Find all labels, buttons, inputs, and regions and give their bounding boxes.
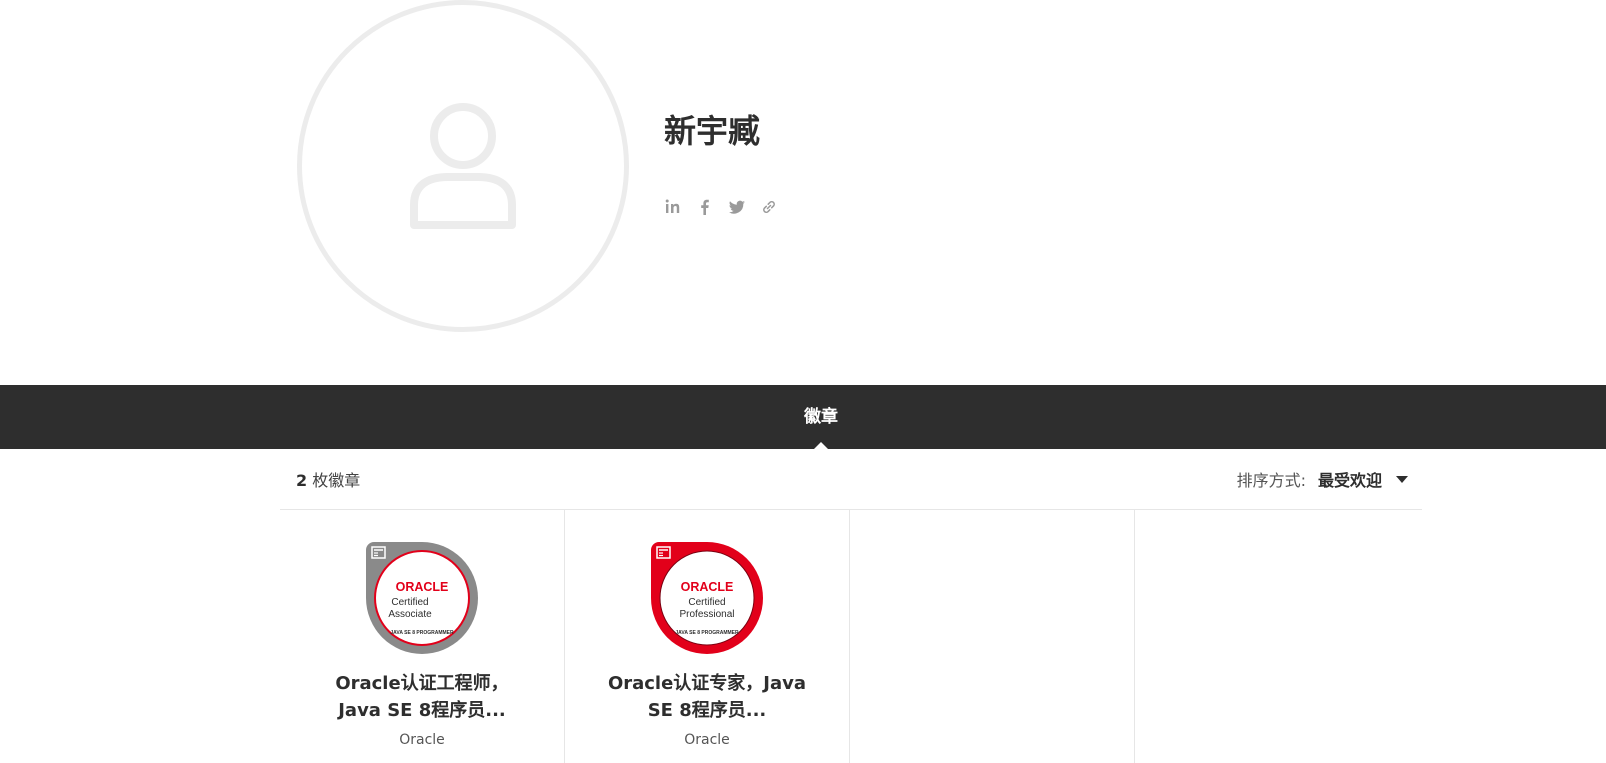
facebook-icon[interactable] [696,198,714,216]
badge-brand: ORACLE [681,580,734,594]
badge-count: 2 枚徽章 [280,467,360,491]
tab-label: 徽章 [804,407,838,427]
tab-badges[interactable]: 徽章 [796,385,846,449]
badge-line1: Certified [391,597,428,608]
link-icon[interactable] [760,198,778,216]
badge-ring-text: JAVA SE 8 PROGRAMMER [675,630,739,636]
badge-line2: Associate [388,609,432,620]
badge-line1: Certified [688,597,725,608]
badge-count-number: 2 [296,471,308,490]
badge-count-suffix: 枚徽章 [307,471,361,490]
sort-dropdown[interactable]: 排序方式: 最受欢迎 [1237,467,1422,491]
profile-header: 新宇臧 [0,0,1606,385]
twitter-icon[interactable] [728,198,746,216]
badge-image[interactable]: ORACLE Certified Associate JAVA SE 8 PRO… [366,542,478,654]
sort-label: 排序方式: [1236,471,1306,490]
badge-brand: ORACLE [396,580,449,594]
badge-title[interactable]: Oracle认证专家，Java SE 8程序员... [600,670,815,724]
profile-name: 新宇臧 [664,112,761,150]
linkedin-icon[interactable] [664,198,682,216]
badge-card[interactable]: ORACLE Certified Associate JAVA SE 8 PRO… [280,510,565,763]
badge-issuer[interactable]: Oracle [684,732,730,748]
badge-issuer[interactable]: Oracle [399,732,445,748]
badge-card-empty [1135,510,1420,763]
badge-image[interactable]: ORACLE Certified Professional JAVA SE 8 … [651,542,763,654]
sort-value[interactable]: 最受欢迎 [1318,467,1382,491]
avatar [297,0,629,332]
badge-card[interactable]: ORACLE Certified Professional JAVA SE 8 … [565,510,850,763]
badge-toolbar: 2 枚徽章 排序方式: 最受欢迎 [280,449,1422,510]
chevron-down-icon[interactable] [1396,475,1408,483]
social-links [664,198,778,216]
badge-line2: Professional [679,609,734,620]
badge-grid: ORACLE Certified Associate JAVA SE 8 PRO… [280,510,1422,763]
tab-bar: 徽章 [0,385,1606,449]
user-placeholder-icon [410,103,516,229]
badge-title[interactable]: Oracle认证工程师，Java SE 8程序员... [315,670,530,724]
badge-ring-text: JAVA SE 8 PROGRAMMER [390,630,454,636]
active-tab-caret [814,442,828,449]
badge-card-empty [850,510,1135,763]
